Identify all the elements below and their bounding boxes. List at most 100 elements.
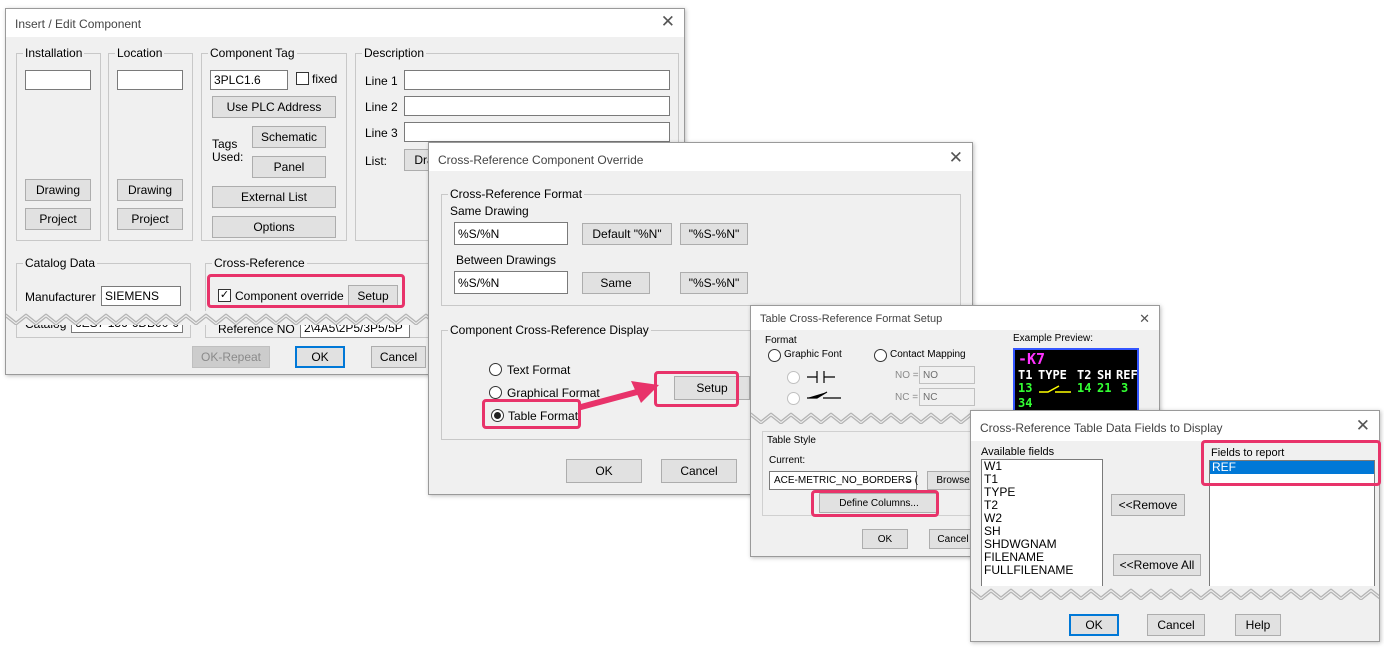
- manufacturer-input[interactable]: [101, 286, 181, 306]
- installation-project-button[interactable]: Project: [25, 208, 91, 230]
- cross-reference-setup-button[interactable]: Setup: [348, 285, 398, 307]
- preview-value-13: 13: [1018, 381, 1033, 395]
- contact-mapping-radio[interactable]: [874, 349, 887, 362]
- title-bar: Table Cross-Reference Format Setup ✕: [751, 306, 1159, 330]
- available-field-item[interactable]: FULLFILENAME: [982, 564, 1102, 577]
- line2-input[interactable]: [404, 96, 670, 116]
- location-label: Location: [115, 46, 165, 60]
- line3-label: Line 3: [365, 126, 398, 140]
- help-button[interactable]: Help: [1235, 614, 1281, 636]
- nc-input[interactable]: [919, 388, 975, 406]
- cancel-button[interactable]: Cancel: [1147, 614, 1205, 636]
- close-icon[interactable]: ✕: [1139, 310, 1150, 328]
- close-icon[interactable]: ✕: [949, 149, 963, 167]
- line1-input[interactable]: [404, 70, 670, 90]
- location-drawing-button[interactable]: Drawing: [117, 179, 183, 201]
- display-group-label: Component Cross-Reference Display: [448, 323, 651, 337]
- component-tag-label: Component Tag: [208, 46, 297, 60]
- component-override-checkbox[interactable]: ✓: [218, 289, 231, 302]
- preview-tag: -K7: [1018, 350, 1046, 368]
- example-preview-label: Example Preview:: [1013, 333, 1094, 344]
- nc-label: NC =: [895, 392, 919, 403]
- graphic-font-radio[interactable]: [768, 349, 781, 362]
- graphic-font-label: Graphic Font: [784, 349, 842, 360]
- same-drawing-input[interactable]: [454, 222, 568, 245]
- use-plc-address-button[interactable]: Use PLC Address: [212, 96, 336, 118]
- preview-value-3: 3: [1121, 381, 1129, 395]
- between-drawings-input[interactable]: [454, 271, 568, 294]
- title-bar: Cross-Reference Table Data Fields to Dis…: [971, 411, 1379, 441]
- cancel-button[interactable]: Cancel: [371, 346, 426, 368]
- arrow-icon: [579, 381, 659, 410]
- catalog-label: Catalog: [25, 317, 67, 331]
- reference-input[interactable]: [300, 318, 410, 338]
- remove-all-button[interactable]: <<Remove All: [1113, 554, 1201, 576]
- s-n-button[interactable]: "%S-%N": [680, 223, 748, 245]
- title-bar: Cross-Reference Component Override ✕: [429, 143, 972, 171]
- fields-to-report-list[interactable]: REF: [1209, 460, 1375, 590]
- available-fields-list[interactable]: W1 T1 TYPE T2 W2 SH SHDWGNAM FILENAME FULLFILENA…: [981, 459, 1103, 589]
- ok-button[interactable]: OK: [862, 529, 908, 549]
- table-style-select[interactable]: ACE-METRIC_NO_BORDERS ( ⌄: [769, 471, 918, 490]
- schematic-button[interactable]: Schematic: [252, 126, 326, 148]
- ok-repeat-button[interactable]: OK-Repeat: [192, 346, 270, 368]
- graphical-format-radio[interactable]: [489, 386, 502, 399]
- installation-drawing-button[interactable]: Drawing: [25, 179, 91, 201]
- remove-button[interactable]: <<Remove: [1111, 494, 1185, 516]
- ok-button[interactable]: OK: [1069, 614, 1119, 636]
- location-input[interactable]: [117, 70, 183, 90]
- same-drawing-label: Same Drawing: [450, 204, 529, 218]
- preview-header-t1: T1: [1018, 368, 1033, 382]
- preview-value-14: 14: [1077, 381, 1092, 395]
- table-style-label: Table Style: [767, 435, 816, 446]
- table-style-value: ACE-METRIC_NO_BORDERS (: [774, 475, 918, 486]
- no-input[interactable]: [919, 366, 975, 384]
- format-label: Format: [765, 335, 797, 346]
- cross-reference-group: Cross-Reference ✓ Component override Set…: [205, 256, 431, 338]
- nc-contact-radio[interactable]: [787, 392, 800, 405]
- current-label: Current:: [769, 455, 806, 466]
- default-n-button[interactable]: Default "%N": [582, 223, 672, 245]
- cancel-button[interactable]: Cancel: [661, 459, 737, 483]
- location-project-button[interactable]: Project: [117, 208, 183, 230]
- fixed-checkbox[interactable]: [296, 72, 309, 85]
- preview-value-34: 34: [1018, 396, 1033, 410]
- catalog-input[interactable]: [71, 313, 183, 333]
- define-columns-button[interactable]: Define Columns...: [819, 493, 939, 513]
- report-field-item[interactable]: REF: [1210, 461, 1374, 474]
- text-format-radio[interactable]: [489, 363, 502, 376]
- close-icon[interactable]: ✕: [661, 13, 675, 31]
- table-format-label: Table Format: [508, 409, 579, 423]
- list-label: List:: [365, 154, 388, 168]
- line3-input[interactable]: [404, 122, 670, 142]
- catalog-data-group: Catalog Data Manufacturer Catalog: [16, 256, 191, 338]
- no-contact-icon: [807, 371, 835, 383]
- installation-input[interactable]: [25, 70, 91, 90]
- component-override-label: Component override: [235, 289, 344, 303]
- table-format-radio[interactable]: [491, 409, 504, 422]
- external-list-button[interactable]: External List: [212, 186, 336, 208]
- same-button[interactable]: Same: [582, 272, 650, 294]
- available-field-item[interactable]: TYPE: [982, 486, 1102, 499]
- options-button[interactable]: Options: [212, 216, 336, 238]
- preview-contact-icon: [1039, 385, 1071, 393]
- tags-used-label: Tags Used:: [212, 137, 244, 164]
- catalog-data-label: Catalog Data: [23, 256, 98, 270]
- available-field-item[interactable]: W1: [982, 460, 1102, 473]
- description-label: Description: [362, 46, 427, 60]
- available-fields-label: Available fields: [981, 446, 1055, 458]
- table-data-fields-dialog: Cross-Reference Table Data Fields to Dis…: [970, 410, 1381, 642]
- s-n-button-2[interactable]: "%S-%N": [680, 272, 748, 294]
- close-icon[interactable]: ✕: [1356, 417, 1370, 435]
- preview-value-21: 21: [1097, 381, 1112, 395]
- no-contact-radio[interactable]: [787, 371, 800, 384]
- ok-button[interactable]: OK: [566, 459, 642, 483]
- table-setup-button[interactable]: Setup: [674, 376, 750, 400]
- panel-button[interactable]: Panel: [252, 156, 326, 178]
- ok-button[interactable]: OK: [295, 346, 345, 368]
- installation-label: Installation: [23, 46, 85, 60]
- tag-input[interactable]: [210, 70, 288, 90]
- component-tag-group: Component Tag fixed Use PLC Address Tags…: [201, 46, 347, 241]
- contact-mapping-label: Contact Mapping: [890, 349, 966, 360]
- fields-to-report-label: Fields to report: [1211, 447, 1285, 459]
